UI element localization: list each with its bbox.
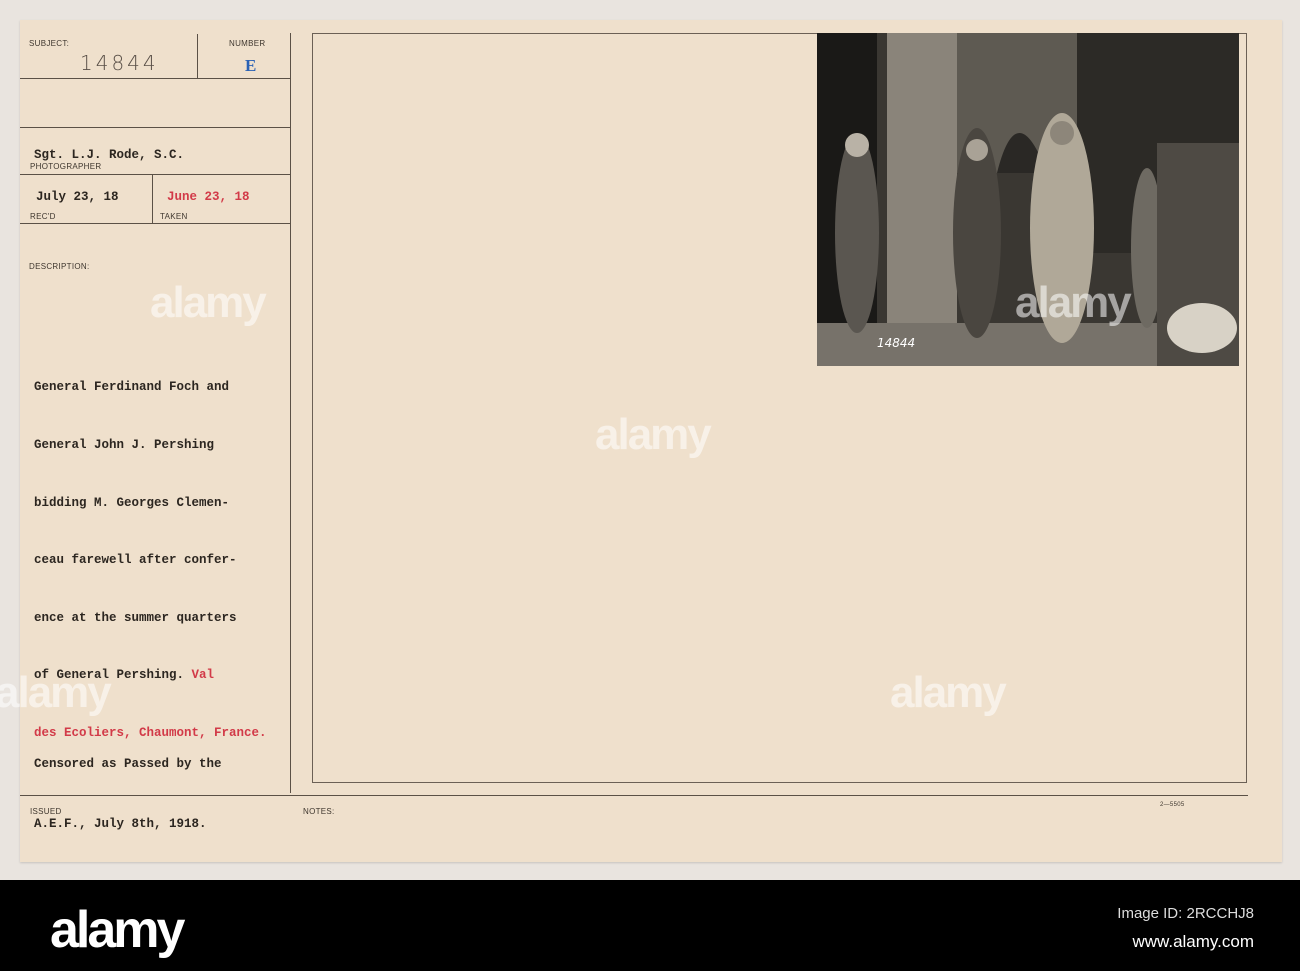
subject-label: SUBJECT: (29, 39, 70, 48)
divider (20, 174, 290, 175)
description-line: ceau farewell after confer- (34, 553, 237, 568)
photographer-label: PHOTOGRAPHER (30, 162, 102, 171)
watermark: alamy (1015, 278, 1132, 327)
issued-label: ISSUED (30, 807, 62, 816)
description-line: General John J. Pershing (34, 438, 215, 453)
divider (20, 78, 290, 79)
divider (197, 34, 198, 78)
description-line: ence at the summer quarters (34, 610, 237, 625)
number-letter: E (245, 56, 257, 75)
watermark: alamy (150, 278, 267, 327)
photo-caption-number: 14844 (877, 336, 915, 350)
divider (20, 127, 290, 128)
watermark: alamy (890, 668, 1007, 717)
recd-label: REC'D (30, 212, 56, 221)
description-line: General Ferdinand Foch and (34, 380, 230, 395)
taken-label: TAKEN (160, 212, 188, 221)
censor-line: Censored as Passed by the (34, 757, 222, 771)
description-label: DESCRIPTION: (29, 262, 90, 271)
description-line: bidding M. Georges Clemen- (34, 495, 230, 510)
recd-date: July 23, 18 (36, 190, 119, 204)
notes-label: NOTES: (303, 807, 335, 816)
censor-line: A.E.F., July 8th, 1918. (34, 817, 207, 831)
location-red-text: Val (191, 668, 215, 683)
column-divider (290, 33, 291, 793)
image-id: Image ID: 2RCCHJ8 (1117, 905, 1254, 922)
watermark: alamy (595, 410, 712, 459)
divider (152, 174, 153, 223)
alamy-logo: alamy (50, 901, 185, 959)
footer-bar: alamy Image ID: 2RCCHJ8 www.alamy.com (0, 880, 1300, 971)
divider (20, 223, 290, 224)
subject-number: 14844 (80, 51, 159, 75)
form-code: 2—5505 (1160, 802, 1185, 808)
number-label: NUMBER (229, 39, 266, 48)
watermark: alamy (0, 668, 112, 717)
taken-date: June 23, 18 (167, 190, 250, 204)
censor-note: Censored as Passed by the A.E.F., July 8… (34, 714, 222, 874)
site-url[interactable]: www.alamy.com (1132, 932, 1254, 952)
photographer-name: Sgt. L.J. Rode, S.C. (34, 148, 185, 162)
